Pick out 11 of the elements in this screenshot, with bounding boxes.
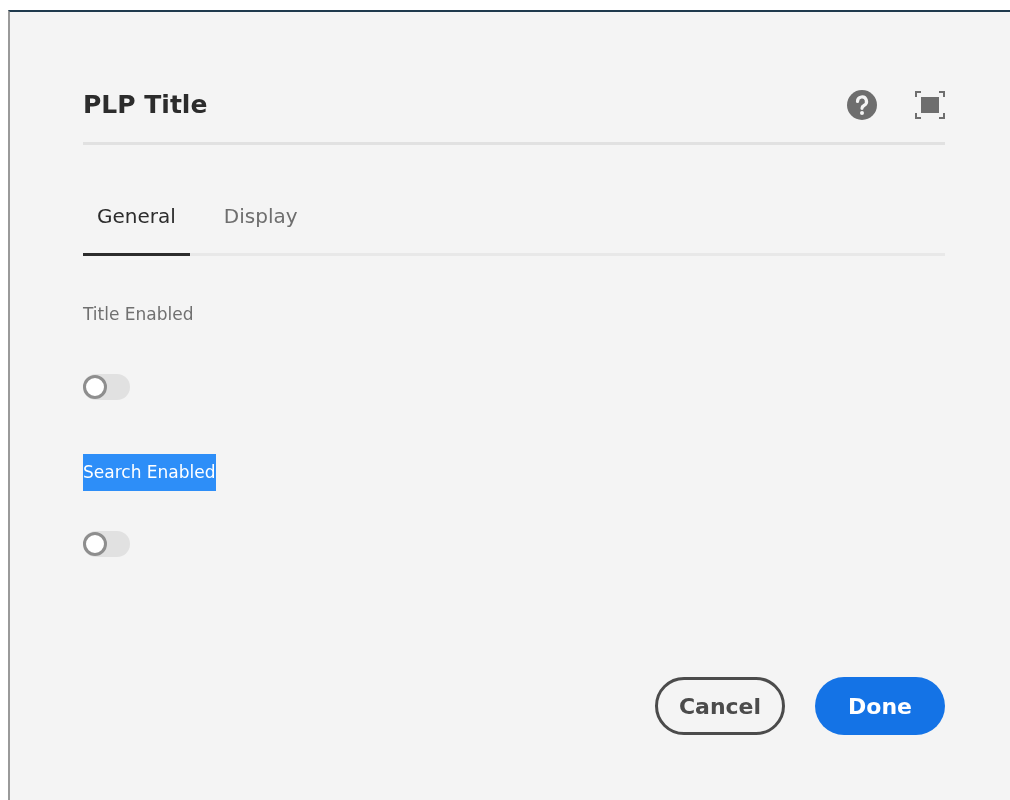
toggle-switch[interactable] bbox=[83, 531, 130, 557]
fullscreen-icon[interactable] bbox=[915, 91, 945, 119]
toggle-switch[interactable] bbox=[83, 373, 130, 400]
tab[interactable]: Display bbox=[209, 197, 312, 256]
field-label: Search Enabled bbox=[83, 453, 216, 491]
dialog-title: PLP Title bbox=[83, 90, 208, 120]
help-icon[interactable] bbox=[847, 90, 877, 120]
tab[interactable]: General bbox=[83, 197, 190, 256]
field-label: Title Enabled bbox=[83, 303, 194, 326]
done-button[interactable]: Done bbox=[815, 677, 945, 735]
cancel-button[interactable]: Cancel bbox=[655, 677, 785, 735]
